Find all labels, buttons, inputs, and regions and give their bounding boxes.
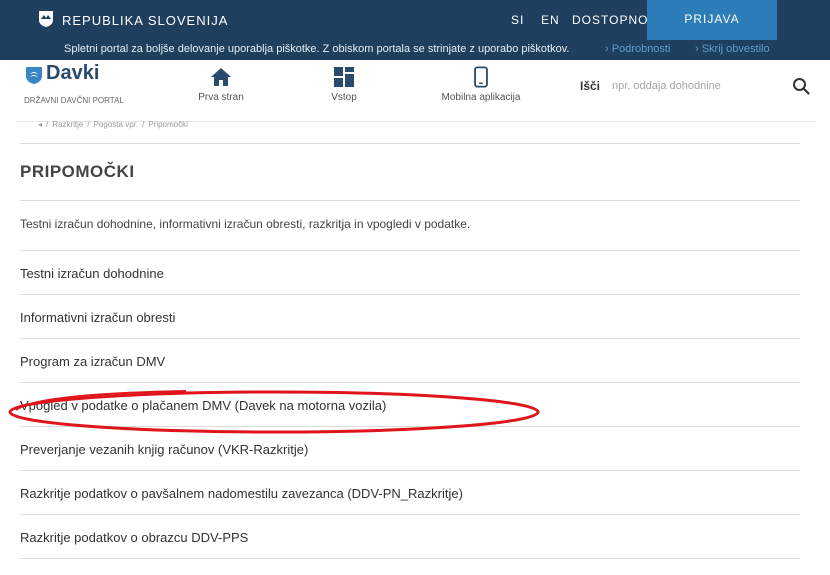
mobile-icon [474, 66, 488, 88]
list-item-ddv-pps[interactable]: Razkritje podatkov o obrazcu DDV-PPS [20, 515, 800, 559]
lang-si-link[interactable]: SI [511, 13, 524, 27]
login-button[interactable]: PRIJAVA [647, 0, 777, 40]
list-item-vkr-razkritje[interactable]: Preverjanje vezanih knjig računov (VKR-R… [20, 427, 800, 471]
top-bar: REPUBLIKA SLOVENIJA SI EN DOSTOPNOST ⌄ P… [0, 0, 830, 60]
cookie-text: Spletni portal za boljše delovanje upora… [64, 43, 570, 55]
brand-title: Davki [46, 62, 100, 84]
list-item-label: Razkritje podatkov o pavšalnem nadomesti… [20, 486, 463, 501]
cookie-notice: Spletni portal za boljše delovanje upora… [0, 40, 830, 60]
search-input[interactable] [612, 74, 792, 98]
brand-subtitle: DRŽAVNI DAVČNI PORTAL [24, 96, 124, 105]
nav-home-label: Prva stran [198, 92, 244, 103]
list-item-label: Program za izračun DMV [20, 354, 166, 369]
nav-login-label: Vstop [331, 92, 357, 103]
breadcrumb-current: Pripomočki [148, 120, 188, 129]
list-item-testni-izracun[interactable]: Testni izračun dohodnine [20, 251, 800, 295]
list-item-label: Vpogled v podatke o plačanem DMV (Davek … [20, 398, 387, 413]
list-item-vpogled-dmv[interactable]: Vpogled v podatke o plačanem DMV (Davek … [20, 383, 800, 427]
davki-logo-icon [26, 67, 42, 84]
lang-en-link[interactable]: EN [541, 13, 560, 27]
nav-mobile-app-label: Mobilna aplikacija [441, 92, 521, 103]
list-item-label: Preverjanje vezanih knjig računov (VKR-R… [20, 442, 309, 457]
divider [20, 200, 800, 201]
list-item-informativni-izracun[interactable]: Informativni izračun obresti [20, 295, 800, 339]
cookie-hide-link[interactable]: › Skrij obvestilo [695, 43, 770, 55]
site-header: Davki DRŽAVNI DAVČNI PORTAL Prva stran V… [16, 60, 816, 122]
breadcrumb-item[interactable]: Razkritje [52, 120, 83, 129]
page-intro: Testni izračun dohodnine, informativni i… [20, 217, 471, 231]
breadcrumb: ◂ / Razkritje / Pogosta vpr. / Pripomočki [38, 120, 188, 129]
page-title: PRIPOMOČKI [20, 162, 135, 181]
search-icon[interactable] [792, 77, 810, 95]
gov-name[interactable]: REPUBLIKA SLOVENIJA [62, 13, 228, 28]
breadcrumb-back-icon[interactable]: ◂ [38, 120, 42, 129]
grid-icon [334, 67, 354, 87]
list-item-label: Razkritje podatkov o obrazcu DDV-PPS [20, 530, 249, 545]
list-item-ddv-pn-razkritje[interactable]: Razkritje podatkov o pavšalnem nadomesti… [20, 471, 800, 515]
breadcrumb-item[interactable]: Pogosta vpr. [94, 120, 138, 129]
search-label: Išči [580, 79, 601, 93]
coat-of-arms-icon [39, 11, 53, 27]
list-item-label: Testni izračun dohodnine [20, 266, 164, 281]
nav-mobile-app[interactable]: Mobilna aplikacija [426, 62, 536, 103]
cookie-details-link[interactable]: › Podrobnosti [605, 43, 670, 55]
home-icon [211, 68, 231, 86]
list-item-program-dmv[interactable]: Program za izračun DMV [20, 339, 800, 383]
top-bar-row: REPUBLIKA SLOVENIJA SI EN DOSTOPNOST ⌄ P… [0, 0, 830, 40]
divider [20, 143, 800, 144]
nav-login[interactable]: Vstop [299, 62, 389, 103]
nav-home[interactable]: Prva stran [176, 62, 266, 103]
list-item-label: Informativni izračun obresti [20, 310, 176, 325]
